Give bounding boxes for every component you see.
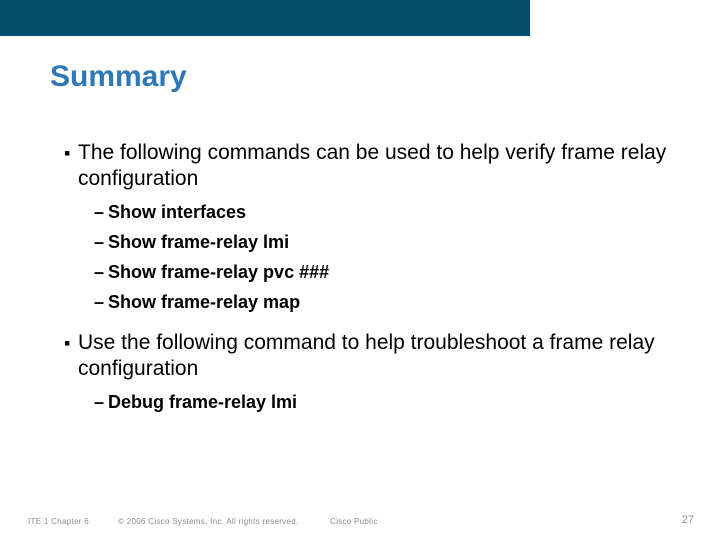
bullet-level2: – Show frame-relay pvc ### (94, 260, 670, 284)
bullet-text: The following commands can be used to he… (78, 140, 670, 192)
square-bullet-icon: ▪ (64, 140, 78, 166)
slide: Summary ▪ The following commands can be … (0, 0, 720, 540)
subbullet-text: Show frame-relay pvc ### (108, 260, 670, 284)
footer-left: ITE 1 Chapter 6 (28, 517, 89, 526)
header-bar (0, 0, 720, 36)
dash-bullet-icon: – (94, 260, 108, 284)
square-bullet-icon: ▪ (64, 330, 78, 356)
subbullet-group: – Debug frame-relay lmi (94, 390, 670, 414)
content-area: ▪ The following commands can be used to … (64, 140, 670, 430)
dash-bullet-icon: – (94, 200, 108, 224)
bullet-level2: – Show frame-relay lmi (94, 230, 670, 254)
subbullet-group: – Show interfaces – Show frame-relay lmi… (94, 200, 670, 314)
subbullet-text: Show frame-relay lmi (108, 230, 670, 254)
bullet-level2: – Debug frame-relay lmi (94, 390, 670, 414)
page-number: 27 (682, 514, 694, 526)
footer-public: Cisco Public (330, 517, 378, 526)
subbullet-text: Show frame-relay map (108, 290, 670, 314)
bullet-level2: – Show frame-relay map (94, 290, 670, 314)
bullet-level2: – Show interfaces (94, 200, 670, 224)
dash-bullet-icon: – (94, 390, 108, 414)
bullet-level1: ▪ Use the following command to help trou… (64, 330, 670, 382)
footer: ITE 1 Chapter 6 © 2006 Cisco Systems, In… (0, 510, 720, 526)
page-title: Summary (50, 60, 187, 94)
footer-copyright: © 2006 Cisco Systems, Inc. All rights re… (118, 517, 299, 526)
bullet-text: Use the following command to help troubl… (78, 330, 670, 382)
subbullet-text: Debug frame-relay lmi (108, 390, 670, 414)
dash-bullet-icon: – (94, 290, 108, 314)
bullet-level1: ▪ The following commands can be used to … (64, 140, 670, 192)
subbullet-text: Show interfaces (108, 200, 670, 224)
dash-bullet-icon: – (94, 230, 108, 254)
